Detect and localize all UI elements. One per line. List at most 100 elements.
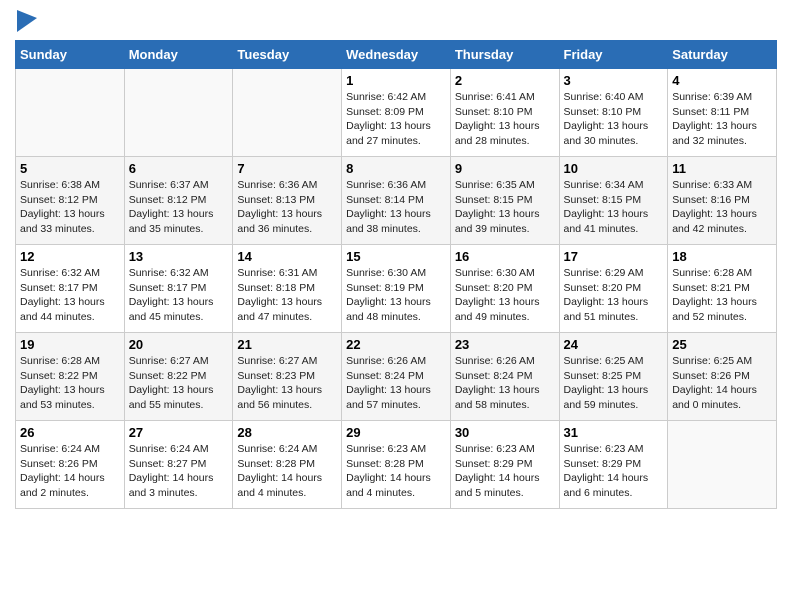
day-number: 24 [564, 337, 664, 352]
header-row: SundayMondayTuesdayWednesdayThursdayFrid… [16, 41, 777, 69]
day-info: Sunrise: 6:39 AM Sunset: 8:11 PM Dayligh… [672, 90, 772, 149]
calendar-cell: 31 Sunrise: 6:23 AM Sunset: 8:29 PM Dayli… [559, 421, 668, 509]
calendar-cell: 19 Sunrise: 6:28 AM Sunset: 8:22 PM Dayli… [16, 333, 125, 421]
calendar-cell: 16 Sunrise: 6:30 AM Sunset: 8:20 PM Dayli… [450, 245, 559, 333]
day-info: Sunrise: 6:24 AM Sunset: 8:26 PM Dayligh… [20, 442, 120, 501]
day-number: 20 [129, 337, 229, 352]
day-info: Sunrise: 6:25 AM Sunset: 8:25 PM Dayligh… [564, 354, 664, 413]
calendar-cell: 6Sunrise: 6:37 AM Sunset: 8:12 PM Daylig… [124, 157, 233, 245]
day-info: Sunrise: 6:24 AM Sunset: 8:28 PM Dayligh… [237, 442, 337, 501]
day-number: 22 [346, 337, 446, 352]
calendar-cell: 9 Sunrise: 6:35 AM Sunset: 8:15 PM Daylig… [450, 157, 559, 245]
day-number: 1 [346, 73, 446, 88]
day-info: Sunrise: 6:40 AM Sunset: 8:10 PM Dayligh… [564, 90, 664, 149]
day-number: 7 [237, 161, 337, 176]
day-number: 2 [455, 73, 555, 88]
calendar-cell: 27 Sunrise: 6:24 AM Sunset: 8:27 PM Dayli… [124, 421, 233, 509]
day-info: Sunrise: 6:27 AM Sunset: 8:23 PM Dayligh… [237, 354, 337, 413]
header-day-friday: Friday [559, 41, 668, 69]
day-info: Sunrise: 6:32 AM Sunset: 8:17 PM Dayligh… [129, 266, 229, 325]
calendar-cell: 14 Sunrise: 6:31 AM Sunset: 8:18 PM Dayli… [233, 245, 342, 333]
day-number: 8 [346, 161, 446, 176]
day-number: 14 [237, 249, 337, 264]
week-row-4: 19 Sunrise: 6:28 AM Sunset: 8:22 PM Dayli… [16, 333, 777, 421]
calendar-cell: 1Sunrise: 6:42 AM Sunset: 8:09 PM Daylig… [342, 69, 451, 157]
day-info: Sunrise: 6:36 AM Sunset: 8:14 PM Dayligh… [346, 178, 446, 237]
day-info: Sunrise: 6:24 AM Sunset: 8:27 PM Dayligh… [129, 442, 229, 501]
calendar-cell: 25Sunrise: 6:25 AM Sunset: 8:26 PM Dayli… [668, 333, 777, 421]
day-info: Sunrise: 6:36 AM Sunset: 8:13 PM Dayligh… [237, 178, 337, 237]
calendar-cell [124, 69, 233, 157]
day-info: Sunrise: 6:30 AM Sunset: 8:19 PM Dayligh… [346, 266, 446, 325]
header-day-tuesday: Tuesday [233, 41, 342, 69]
calendar-cell [233, 69, 342, 157]
logo [15, 10, 37, 32]
day-info: Sunrise: 6:37 AM Sunset: 8:12 PM Dayligh… [129, 178, 229, 237]
day-info: Sunrise: 6:26 AM Sunset: 8:24 PM Dayligh… [455, 354, 555, 413]
calendar-cell: 13 Sunrise: 6:32 AM Sunset: 8:17 PM Dayli… [124, 245, 233, 333]
day-number: 23 [455, 337, 555, 352]
day-number: 28 [237, 425, 337, 440]
week-row-1: 1Sunrise: 6:42 AM Sunset: 8:09 PM Daylig… [16, 69, 777, 157]
calendar-cell: 15Sunrise: 6:30 AM Sunset: 8:19 PM Dayli… [342, 245, 451, 333]
calendar-cell: 7 Sunrise: 6:36 AM Sunset: 8:13 PM Daylig… [233, 157, 342, 245]
day-info: Sunrise: 6:28 AM Sunset: 8:22 PM Dayligh… [20, 354, 120, 413]
calendar-cell: 24 Sunrise: 6:25 AM Sunset: 8:25 PM Dayli… [559, 333, 668, 421]
day-info: Sunrise: 6:23 AM Sunset: 8:29 PM Dayligh… [455, 442, 555, 501]
calendar-cell: 17Sunrise: 6:29 AM Sunset: 8:20 PM Dayli… [559, 245, 668, 333]
day-number: 31 [564, 425, 664, 440]
header-day-monday: Monday [124, 41, 233, 69]
calendar-cell: 26Sunrise: 6:24 AM Sunset: 8:26 PM Dayli… [16, 421, 125, 509]
calendar-cell: 12 Sunrise: 6:32 AM Sunset: 8:17 PM Dayli… [16, 245, 125, 333]
day-number: 30 [455, 425, 555, 440]
calendar-cell: 29Sunrise: 6:23 AM Sunset: 8:28 PM Dayli… [342, 421, 451, 509]
day-info: Sunrise: 6:38 AM Sunset: 8:12 PM Dayligh… [20, 178, 120, 237]
day-info: Sunrise: 6:35 AM Sunset: 8:15 PM Dayligh… [455, 178, 555, 237]
day-info: Sunrise: 6:23 AM Sunset: 8:29 PM Dayligh… [564, 442, 664, 501]
day-info: Sunrise: 6:23 AM Sunset: 8:28 PM Dayligh… [346, 442, 446, 501]
day-number: 21 [237, 337, 337, 352]
calendar-table: SundayMondayTuesdayWednesdayThursdayFrid… [15, 40, 777, 509]
day-info: Sunrise: 6:34 AM Sunset: 8:15 PM Dayligh… [564, 178, 664, 237]
week-row-2: 5 Sunrise: 6:38 AM Sunset: 8:12 PM Daylig… [16, 157, 777, 245]
day-info: Sunrise: 6:41 AM Sunset: 8:10 PM Dayligh… [455, 90, 555, 149]
week-row-3: 12 Sunrise: 6:32 AM Sunset: 8:17 PM Dayli… [16, 245, 777, 333]
calendar-cell: 18 Sunrise: 6:28 AM Sunset: 8:21 PM Dayli… [668, 245, 777, 333]
day-number: 27 [129, 425, 229, 440]
day-info: Sunrise: 6:30 AM Sunset: 8:20 PM Dayligh… [455, 266, 555, 325]
calendar-cell: 30 Sunrise: 6:23 AM Sunset: 8:29 PM Dayli… [450, 421, 559, 509]
day-info: Sunrise: 6:27 AM Sunset: 8:22 PM Dayligh… [129, 354, 229, 413]
day-number: 16 [455, 249, 555, 264]
calendar-cell: 23 Sunrise: 6:26 AM Sunset: 8:24 PM Dayli… [450, 333, 559, 421]
header-day-wednesday: Wednesday [342, 41, 451, 69]
day-info: Sunrise: 6:31 AM Sunset: 8:18 PM Dayligh… [237, 266, 337, 325]
calendar-cell: 2 Sunrise: 6:41 AM Sunset: 8:10 PM Daylig… [450, 69, 559, 157]
day-number: 19 [20, 337, 120, 352]
header-day-thursday: Thursday [450, 41, 559, 69]
day-info: Sunrise: 6:33 AM Sunset: 8:16 PM Dayligh… [672, 178, 772, 237]
day-number: 11 [672, 161, 772, 176]
day-info: Sunrise: 6:26 AM Sunset: 8:24 PM Dayligh… [346, 354, 446, 413]
day-number: 3 [564, 73, 664, 88]
calendar-cell: 22 Sunrise: 6:26 AM Sunset: 8:24 PM Dayli… [342, 333, 451, 421]
day-number: 4 [672, 73, 772, 88]
calendar-cell: 28 Sunrise: 6:24 AM Sunset: 8:28 PM Dayli… [233, 421, 342, 509]
day-number: 12 [20, 249, 120, 264]
calendar-cell: 4 Sunrise: 6:39 AM Sunset: 8:11 PM Daylig… [668, 69, 777, 157]
header [15, 10, 777, 32]
calendar-cell: 3 Sunrise: 6:40 AM Sunset: 8:10 PM Daylig… [559, 69, 668, 157]
day-info: Sunrise: 6:32 AM Sunset: 8:17 PM Dayligh… [20, 266, 120, 325]
calendar-cell: 8 Sunrise: 6:36 AM Sunset: 8:14 PM Daylig… [342, 157, 451, 245]
day-number: 13 [129, 249, 229, 264]
day-number: 5 [20, 161, 120, 176]
calendar-cell: 5 Sunrise: 6:38 AM Sunset: 8:12 PM Daylig… [16, 157, 125, 245]
day-number: 9 [455, 161, 555, 176]
day-number: 10 [564, 161, 664, 176]
header-day-saturday: Saturday [668, 41, 777, 69]
day-info: Sunrise: 6:28 AM Sunset: 8:21 PM Dayligh… [672, 266, 772, 325]
calendar-cell: 10 Sunrise: 6:34 AM Sunset: 8:15 PM Dayli… [559, 157, 668, 245]
header-day-sunday: Sunday [16, 41, 125, 69]
calendar-cell: 20 Sunrise: 6:27 AM Sunset: 8:22 PM Dayli… [124, 333, 233, 421]
day-number: 18 [672, 249, 772, 264]
day-number: 25 [672, 337, 772, 352]
